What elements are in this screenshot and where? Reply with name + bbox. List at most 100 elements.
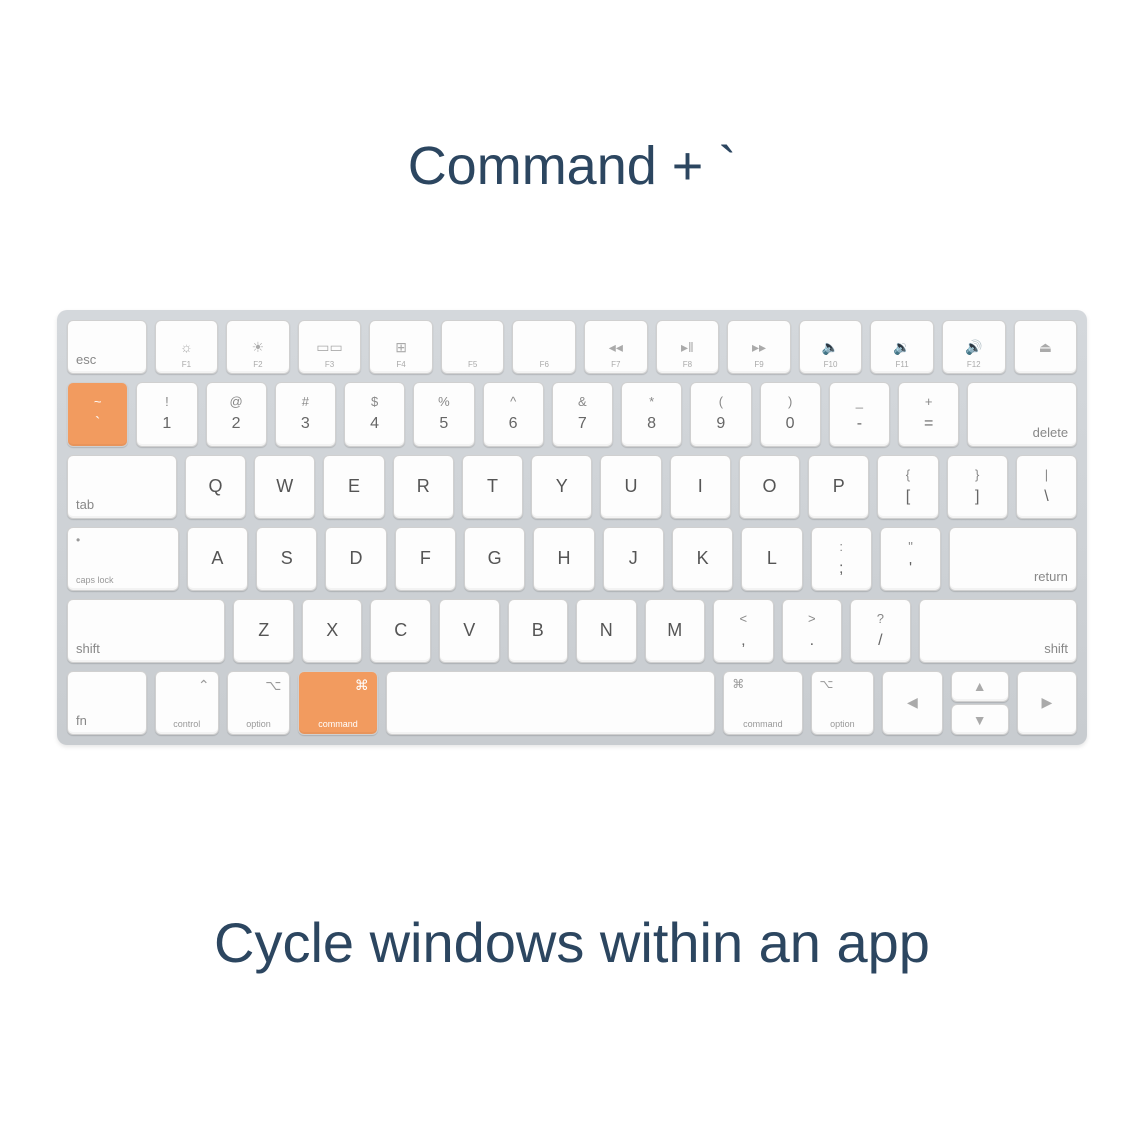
key-quote[interactable]: "' [880, 527, 941, 591]
key-f2[interactable]: ☀F2 [226, 320, 290, 374]
key-o[interactable]: O [739, 455, 800, 519]
key-fn[interactable]: fn [67, 671, 147, 735]
key-minus[interactable]: _- [829, 382, 890, 446]
key-z[interactable]: Z [233, 599, 294, 663]
key-f8[interactable]: ▸‖F8 [656, 320, 720, 374]
key-n[interactable]: N [576, 599, 637, 663]
key-f[interactable]: F [395, 527, 456, 591]
shortcut-title: Command + ` [408, 135, 737, 197]
key-1[interactable]: !1 [136, 382, 197, 446]
key-7[interactable]: &7 [552, 382, 613, 446]
row-function: esc ☼F1 ☀F2 ▭▭F3 ⊞F4 F5 F6 ◂◂F7 ▸‖F8 ▸▸F… [67, 320, 1077, 374]
key-m[interactable]: M [645, 599, 706, 663]
arrow-left-icon: ◀ [907, 694, 918, 711]
key-8[interactable]: *8 [621, 382, 682, 446]
key-f11[interactable]: 🔉F11 [870, 320, 934, 374]
key-semicolon[interactable]: :; [811, 527, 872, 591]
key-a[interactable]: A [187, 527, 248, 591]
key-0[interactable]: )0 [760, 382, 821, 446]
key-bracket-left[interactable]: {[ [877, 455, 938, 519]
key-e[interactable]: E [323, 455, 384, 519]
key-q[interactable]: Q [185, 455, 246, 519]
key-option-right[interactable]: ⌥ option [811, 671, 875, 735]
arrow-up-icon: ▲ [973, 678, 987, 694]
key-f5[interactable]: F5 [441, 320, 505, 374]
key-arrow-up[interactable]: ▲ [951, 671, 1009, 702]
key-command-right[interactable]: ⌘ command [723, 671, 802, 735]
key-f12[interactable]: 🔊F12 [942, 320, 1006, 374]
key-f1[interactable]: ☼F1 [155, 320, 219, 374]
key-eject[interactable]: ⏏ [1014, 320, 1078, 374]
key-arrow-left[interactable]: ◀ [882, 671, 942, 735]
key-x[interactable]: X [302, 599, 363, 663]
option-icon: ⌥ [820, 677, 834, 691]
key-u[interactable]: U [600, 455, 661, 519]
key-l[interactable]: L [741, 527, 802, 591]
key-d[interactable]: D [325, 527, 386, 591]
brightness-down-icon: ☼ [180, 339, 193, 355]
key-b[interactable]: B [508, 599, 569, 663]
key-y[interactable]: Y [531, 455, 592, 519]
key-delete[interactable]: delete [967, 382, 1077, 446]
key-g[interactable]: G [464, 527, 525, 591]
key-k[interactable]: K [672, 527, 733, 591]
key-equals[interactable]: += [898, 382, 959, 446]
arrow-down-icon: ▼ [973, 712, 987, 728]
volume-up-icon: 🔊 [965, 339, 982, 356]
key-r[interactable]: R [393, 455, 454, 519]
key-f4[interactable]: ⊞F4 [369, 320, 433, 374]
key-command-left[interactable]: ⌘ command [298, 671, 377, 735]
key-arrow-down[interactable]: ▼ [951, 704, 1009, 735]
key-3[interactable]: #3 [275, 382, 336, 446]
mission-control-icon: ▭▭ [316, 339, 342, 356]
key-i[interactable]: I [670, 455, 731, 519]
fast-forward-icon: ▸▸ [752, 339, 766, 356]
key-backslash[interactable]: |\ [1016, 455, 1077, 519]
key-f7[interactable]: ◂◂F7 [584, 320, 648, 374]
row-asdf: • caps lock A S D F G H J K L :; "' retu… [67, 527, 1077, 591]
key-arrow-right[interactable]: ▶ [1017, 671, 1077, 735]
key-w[interactable]: W [254, 455, 315, 519]
key-shift-right[interactable]: shift [919, 599, 1077, 663]
play-pause-icon: ▸‖ [681, 339, 694, 356]
brightness-up-icon: ☀ [252, 339, 265, 356]
key-tab[interactable]: tab [67, 455, 177, 519]
volume-down-icon: 🔉 [893, 339, 910, 356]
control-icon: ⌃ [198, 677, 210, 694]
key-capslock[interactable]: • caps lock [67, 527, 179, 591]
key-f9[interactable]: ▸▸F9 [727, 320, 791, 374]
key-option-left[interactable]: ⌥ option [227, 671, 291, 735]
key-backtick[interactable]: ~ ` [67, 382, 128, 446]
key-f3[interactable]: ▭▭F3 [298, 320, 362, 374]
row-numbers: ~ ` !1 @2 #3 $4 %5 ^6 &7 *8 (9 )0 _- += … [67, 382, 1077, 446]
key-return[interactable]: return [949, 527, 1077, 591]
key-t[interactable]: T [462, 455, 523, 519]
shortcut-description: Cycle windows within an app [214, 910, 930, 975]
key-period[interactable]: >. [782, 599, 843, 663]
key-2[interactable]: @2 [206, 382, 267, 446]
option-icon: ⌥ [265, 677, 281, 694]
launchpad-icon: ⊞ [395, 339, 407, 356]
key-bracket-right[interactable]: }] [947, 455, 1008, 519]
key-9[interactable]: (9 [690, 382, 751, 446]
key-s[interactable]: S [256, 527, 317, 591]
key-esc[interactable]: esc [67, 320, 147, 374]
key-space[interactable] [386, 671, 716, 735]
row-qwerty: tab Q W E R T Y U I O P {[ }] |\ [67, 455, 1077, 519]
key-f10[interactable]: 🔈F10 [799, 320, 863, 374]
key-6[interactable]: ^6 [483, 382, 544, 446]
key-v[interactable]: V [439, 599, 500, 663]
key-comma[interactable]: <, [713, 599, 774, 663]
key-f6[interactable]: F6 [512, 320, 576, 374]
key-c[interactable]: C [370, 599, 431, 663]
key-slash[interactable]: ?/ [850, 599, 911, 663]
key-4[interactable]: $4 [344, 382, 405, 446]
key-control[interactable]: ⌃ control [155, 671, 219, 735]
key-p[interactable]: P [808, 455, 869, 519]
key-h[interactable]: H [533, 527, 594, 591]
keyboard: esc ☼F1 ☀F2 ▭▭F3 ⊞F4 F5 F6 ◂◂F7 ▸‖F8 ▸▸F… [57, 310, 1087, 745]
key-5[interactable]: %5 [413, 382, 474, 446]
key-shift-left[interactable]: shift [67, 599, 225, 663]
key-j[interactable]: J [603, 527, 664, 591]
eject-icon: ⏏ [1039, 339, 1052, 356]
